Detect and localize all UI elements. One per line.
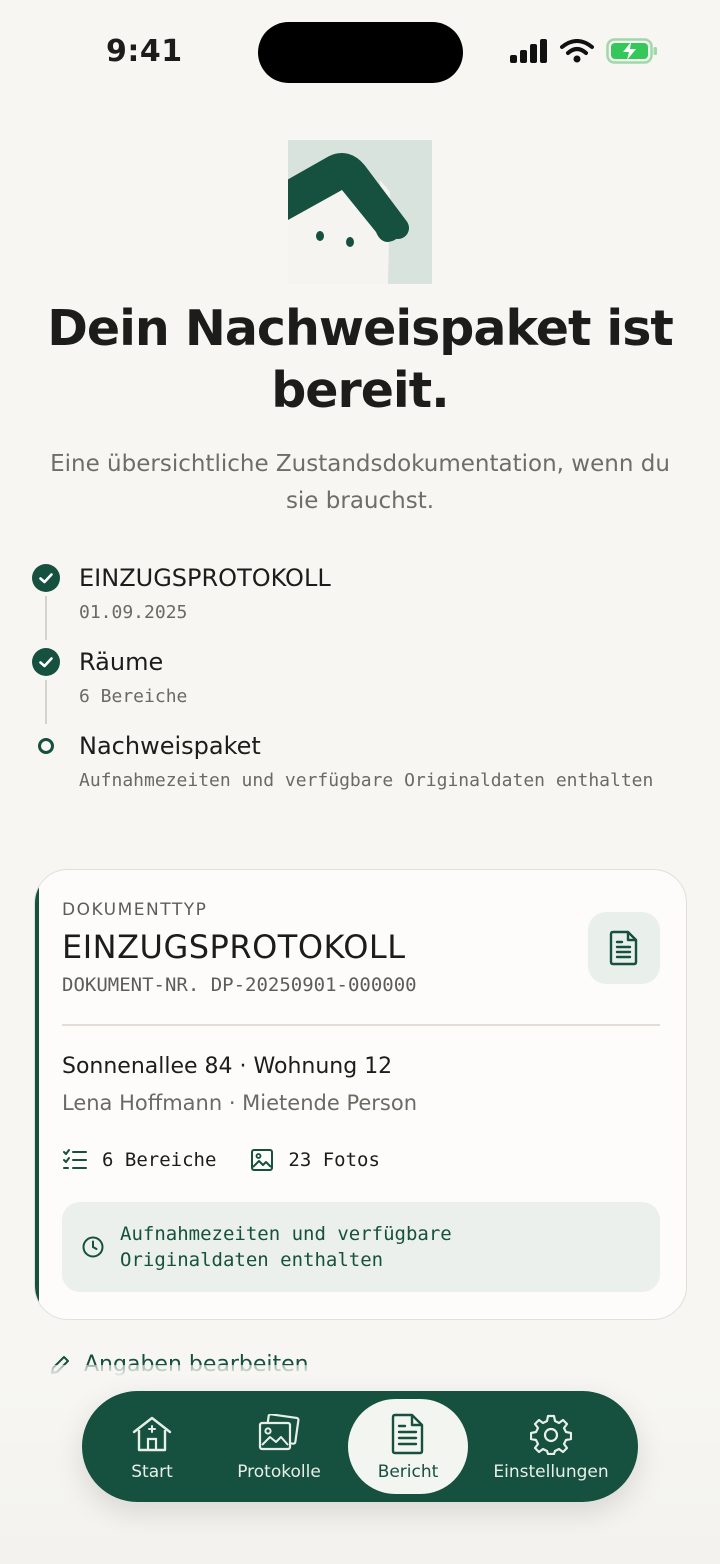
document-card[interactable]: DOKUMENTTYP EINZUGSPROTOKOLL DOKUMENT-NR…	[34, 869, 687, 1320]
image-icon	[251, 1149, 274, 1171]
check-circle-icon	[32, 648, 60, 676]
metadata-notice: Aufnahmezeiten und verfügbare Originalda…	[62, 1202, 660, 1292]
tab-bar: Start Protokolle Bericht Einstellungen	[82, 1391, 638, 1502]
tab-einstellungen[interactable]: Einstellungen	[484, 1391, 618, 1502]
wifi-icon	[560, 39, 594, 63]
dynamic-island	[258, 22, 463, 83]
gear-icon	[530, 1412, 572, 1456]
clock-icon	[81, 1235, 105, 1259]
document-icon	[609, 930, 638, 966]
tab-label: Start	[131, 1461, 173, 1482]
checklist-icon	[63, 1149, 87, 1169]
status-time: 9:41	[106, 34, 183, 69]
timeline-step-detail: Aufnahmezeiten und verfügbare Originalda…	[79, 770, 654, 791]
tab-start[interactable]: Start	[102, 1391, 202, 1502]
house-illustration	[288, 140, 432, 284]
areas-count: 6 Bereiche	[102, 1149, 217, 1171]
timeline-step: Nachweispaket Aufnahmezeiten und verfügb…	[32, 728, 672, 794]
timeline-connector	[45, 596, 47, 640]
metadata-notice-text: Aufnahmezeiten und verfügbare Originalda…	[120, 1223, 452, 1271]
tab-label: Bericht	[377, 1461, 439, 1482]
timeline-step-title: Nachweispaket	[79, 732, 261, 760]
page-title: Dein Nachweispaket ist bereit.	[47, 300, 674, 419]
document-icon	[391, 1412, 425, 1456]
page-subtitle: Eine übersichtliche Zustandsdokumentatio…	[50, 451, 670, 514]
cellular-signal-icon	[510, 39, 547, 63]
document-number: DOKUMENT-NR. DP-20250901-000000	[62, 974, 417, 996]
open-circle-icon	[38, 738, 54, 754]
tab-bericht[interactable]: Bericht	[348, 1399, 468, 1494]
house-icon	[131, 1412, 173, 1456]
property-address: Sonnenallee 84 · Wohnung 12	[62, 1054, 393, 1079]
document-type: EINZUGSPROTOKOLL	[62, 928, 406, 966]
document-stats: 6 Bereiche 23 Fotos	[62, 1148, 414, 1172]
timeline-connector	[45, 680, 47, 724]
timeline-step: Räume 6 Bereiche	[32, 644, 672, 728]
status-icons	[510, 38, 658, 64]
tab-label: Einstellungen	[493, 1461, 609, 1482]
check-circle-icon	[32, 564, 60, 592]
card-accent-bar	[35, 870, 39, 1319]
timeline-step-detail: 01.09.2025	[79, 602, 188, 623]
timeline-step: EINZUGSPROTOKOLL 01.09.2025	[32, 560, 672, 644]
tab-label: Protokolle	[237, 1461, 321, 1482]
timeline-step-detail: 6 Bereiche	[79, 686, 188, 707]
tenant-info: Lena Hoffmann · Mietende Person	[62, 1091, 418, 1115]
status-bar: 9:41	[0, 0, 720, 100]
photos-stat: 23 Fotos	[250, 1148, 380, 1172]
timeline-step-title: Räume	[79, 648, 164, 676]
document-type-label: DOKUMENTTYP	[62, 900, 208, 920]
tab-protokolle[interactable]: Protokolle	[219, 1391, 339, 1502]
photos-count: 23 Fotos	[288, 1149, 380, 1171]
areas-stat: 6 Bereiche	[62, 1148, 216, 1172]
document-badge	[588, 912, 660, 984]
battery-charging-icon	[606, 38, 657, 64]
timeline-step-title: EINZUGSPROTOKOLL	[79, 564, 331, 592]
progress-timeline: EINZUGSPROTOKOLL 01.09.2025 Räume 6 Bere…	[32, 560, 672, 794]
card-divider	[62, 1024, 660, 1026]
photos-icon	[257, 1412, 301, 1456]
